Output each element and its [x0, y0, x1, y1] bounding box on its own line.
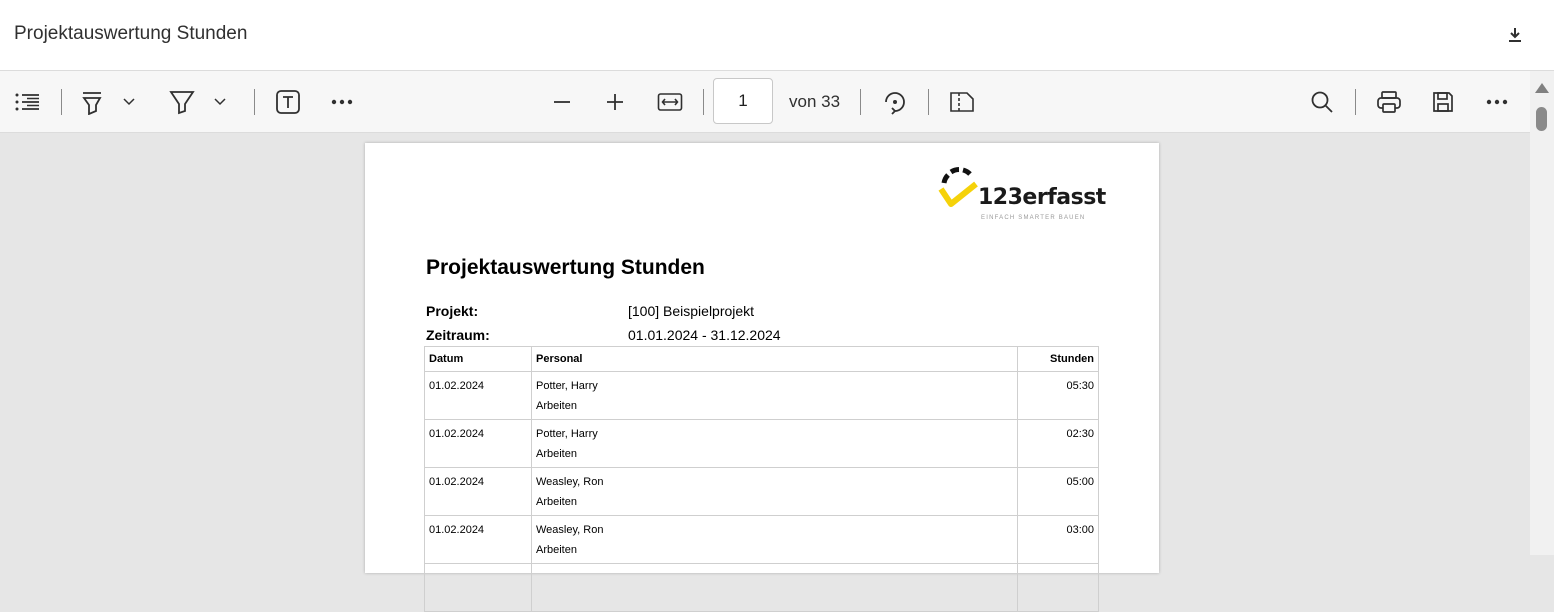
person-name: Weasley, Ron — [536, 524, 604, 536]
toolbar-divider — [1355, 89, 1356, 115]
column-header-hours: Stunden — [1017, 346, 1099, 372]
person-name: Potter, Harry — [536, 380, 598, 392]
activity-name: Arbeiten — [536, 448, 577, 460]
fit-width-icon[interactable] — [655, 87, 685, 117]
period-value: 01.01.2024 - 31.12.2024 — [628, 327, 781, 343]
activity-name: Arbeiten — [536, 496, 577, 508]
cell-date: 01.02.2024 — [424, 515, 532, 564]
more-tools-icon[interactable] — [327, 87, 357, 117]
viewer-titlebar: Projektauswertung Stunden — [0, 0, 1554, 71]
cell-date: 01.02.2024 — [424, 467, 532, 516]
text-box-icon[interactable] — [273, 87, 303, 117]
highlight-icon[interactable] — [77, 87, 107, 117]
document-title: Projektauswertung Stunden — [14, 23, 248, 44]
search-icon[interactable] — [1307, 87, 1337, 117]
scrollbar-thumb[interactable] — [1536, 107, 1547, 131]
company-logo: 123erfasst EINFACH SMARTER BAUEN — [938, 167, 1106, 227]
activity-name: Arbeiten — [536, 544, 577, 556]
cell-hours: 02:30 — [1017, 419, 1099, 468]
page-view-icon[interactable] — [947, 87, 977, 117]
activity-name: Arbeiten — [536, 400, 577, 412]
viewer-toolbar: von 33 — [0, 71, 1530, 133]
table-row: 01.02.2024 Potter, Harry Arbeiten 02:30 — [424, 419, 1099, 468]
logo-brand-text: 123erfasst — [978, 185, 1106, 210]
cell-hours: 05:00 — [1017, 467, 1099, 516]
cell-date — [424, 563, 532, 612]
cell-person: Potter, Harry Arbeiten — [531, 419, 1018, 468]
cell-person: Weasley, Ron Arbeiten — [531, 515, 1018, 564]
cell-person: Potter, Harry Arbeiten — [531, 371, 1018, 420]
cell-hours: 03:00 — [1017, 515, 1099, 564]
column-header-person: Personal — [531, 346, 1018, 372]
page-total-label: von 33 — [789, 92, 841, 111]
toolbar-divider — [928, 89, 929, 115]
draw-options-chevron-down-icon[interactable] — [208, 87, 232, 117]
save-icon[interactable] — [1428, 87, 1458, 117]
project-label: Projekt: — [426, 303, 479, 319]
pdf-page: 123erfasst EINFACH SMARTER BAUEN Projekt… — [365, 143, 1159, 612]
page-number-input[interactable] — [713, 78, 773, 124]
download-icon[interactable] — [1504, 24, 1526, 46]
table-row — [424, 563, 1099, 612]
toolbar-divider — [860, 89, 861, 115]
project-value: [100] Beispielprojekt — [628, 303, 755, 319]
zoom-in-icon[interactable] — [600, 87, 630, 117]
table-header-row: Datum Personal Stunden — [424, 346, 1099, 372]
cell-hours: 05:30 — [1017, 371, 1099, 420]
table-row: 01.02.2024 Weasley, Ron Arbeiten 03:00 — [424, 515, 1099, 564]
print-icon[interactable] — [1374, 87, 1404, 117]
period-label: Zeitraum: — [426, 327, 490, 343]
toolbar-divider — [254, 89, 255, 115]
logo-tagline: EINFACH SMARTER BAUEN — [981, 215, 1086, 221]
zoom-out-icon[interactable] — [547, 87, 577, 117]
logo-check-icon — [938, 167, 978, 207]
rotate-icon[interactable] — [880, 87, 910, 117]
report-title: Projektauswertung Stunden — [426, 256, 705, 279]
column-header-date: Datum — [424, 346, 532, 372]
cell-person — [531, 563, 1018, 612]
table-row: 01.02.2024 Potter, Harry Arbeiten 05:30 — [424, 371, 1099, 420]
toolbar-divider — [703, 89, 704, 115]
toolbar-divider — [61, 89, 62, 115]
person-name: Potter, Harry — [536, 428, 598, 440]
cell-date: 01.02.2024 — [424, 371, 532, 420]
cell-hours — [1017, 563, 1099, 612]
cell-date: 01.02.2024 — [424, 419, 532, 468]
scroll-up-arrow-icon[interactable] — [1535, 83, 1549, 93]
highlight-options-chevron-down-icon[interactable] — [117, 87, 141, 117]
person-name: Weasley, Ron — [536, 476, 604, 488]
hours-table: Datum Personal Stunden 01.02.2024 Potter… — [424, 346, 1099, 612]
cell-person: Weasley, Ron Arbeiten — [531, 467, 1018, 516]
vertical-scrollbar[interactable] — [1530, 71, 1554, 555]
more-options-icon[interactable] — [1482, 87, 1512, 117]
toc-icon[interactable] — [12, 87, 42, 117]
draw-icon[interactable] — [167, 87, 197, 117]
table-row: 01.02.2024 Weasley, Ron Arbeiten 05:00 — [424, 467, 1099, 516]
